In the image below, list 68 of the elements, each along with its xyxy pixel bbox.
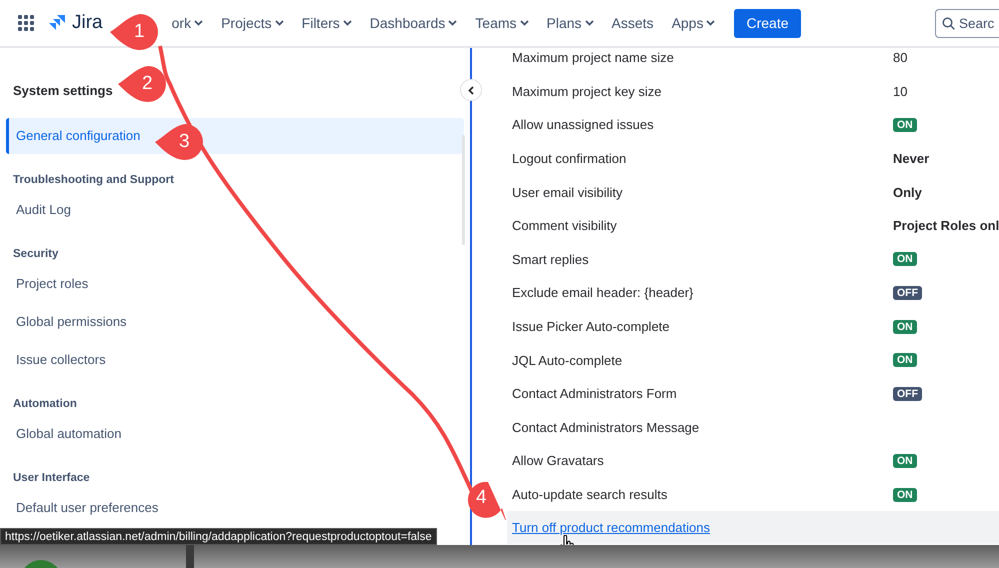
status-lozenge: ON [893, 320, 917, 334]
setting-label: Contact Administrators Form [512, 386, 678, 402]
logo-text[interactable]: Jira [72, 12, 103, 34]
status-lozenge: ON [893, 454, 917, 468]
callout-number: 1 [134, 21, 145, 43]
chevron-left-icon [468, 86, 474, 94]
sidebar-item[interactable]: Issue collectors [6, 342, 464, 378]
nav-menu[interactable]: ork [162, 7, 212, 39]
search-icon [942, 16, 955, 30]
status-lozenge: ON [893, 488, 917, 502]
sidebar-item[interactable]: Global automation [6, 416, 464, 452]
section-heading: Troubleshooting and Support [12, 173, 175, 188]
collapse-button[interactable] [460, 79, 482, 101]
app-grid-icon[interactable] [18, 15, 34, 31]
setting-label: JQL Auto-complete [512, 352, 624, 368]
callout-number: 2 [142, 73, 153, 95]
nav-menu[interactable]: Dashboards [360, 7, 466, 39]
setting-label: Maximum project name size [512, 50, 675, 66]
search-field[interactable]: Searc [935, 8, 999, 38]
setting-value: 80 [893, 50, 908, 66]
callout-number: 4 [476, 487, 487, 509]
setting-label: Exclude email header: {header} [512, 285, 694, 300]
section-heading: Security [12, 247, 60, 262]
chevron-down-icon [584, 20, 594, 26]
sidebar-item[interactable]: Default user preferences [6, 490, 464, 526]
logo-icon[interactable] [48, 14, 66, 32]
setting-label: Comment visibility [512, 218, 618, 234]
setting-value: Only [893, 184, 922, 200]
sidebar-title: System settings [13, 82, 113, 100]
chevron-down-icon [448, 20, 458, 26]
setting-value: Project Roles onl [893, 218, 999, 234]
setting-value: 10 [893, 84, 908, 99]
setting-label: User email visibility [512, 184, 624, 200]
status-url-tooltip: https://oetiker.atlassian.net/admin/billing/addapplication?requestproductoptout=false [0, 528, 437, 545]
nav-menu[interactable]: Projects [212, 7, 293, 39]
setting-label: Contact Administrators Message [512, 420, 700, 435]
chevron-down-icon [342, 20, 352, 26]
nav-menu[interactable]: Plans [538, 7, 603, 39]
callout-number: 3 [179, 131, 190, 153]
setting-label: Issue Picker Auto-complete [512, 319, 671, 334]
status-lozenge: ON [893, 118, 917, 132]
setting-value: Never [893, 151, 930, 166]
status-lozenge: OFF [893, 386, 922, 401]
setting-label: Maximum project key size [512, 84, 663, 99]
divider-bar-icon [186, 545, 194, 568]
chevron-down-icon [706, 20, 716, 26]
nav-menu[interactable]: Assets [602, 7, 663, 39]
status-lozenge: OFF [893, 286, 922, 300]
nav-menu[interactable]: Apps [662, 7, 724, 39]
setting-label: Smart replies [512, 252, 590, 267]
recommendations-link[interactable]: Turn off product recommendations [512, 520, 710, 536]
section-heading: Automation [12, 397, 78, 412]
section-heading: User Interface [12, 471, 91, 486]
setting-label: Logout confirmation [512, 151, 628, 166]
create-button[interactable]: Create [734, 8, 801, 38]
chevron-down-icon [194, 20, 204, 26]
chevron-down-icon [274, 20, 284, 26]
setting-label: Allow Gravatars [512, 453, 605, 468]
sidebar-item[interactable]: Project roles [6, 266, 464, 302]
chevron-down-icon [520, 20, 529, 26]
setting-label: Auto-update search results [512, 487, 668, 502]
setting-label: Allow unassigned issues [512, 117, 655, 132]
status-lozenge: ON [893, 353, 917, 368]
nav-menu[interactable]: Filters [292, 7, 361, 39]
status-lozenge: ON [893, 252, 917, 266]
sidebar-item[interactable]: Audit Log [6, 192, 464, 228]
sidebar-item[interactable]: Global permissions [6, 304, 464, 340]
nav-menu[interactable]: Teams [466, 7, 538, 39]
